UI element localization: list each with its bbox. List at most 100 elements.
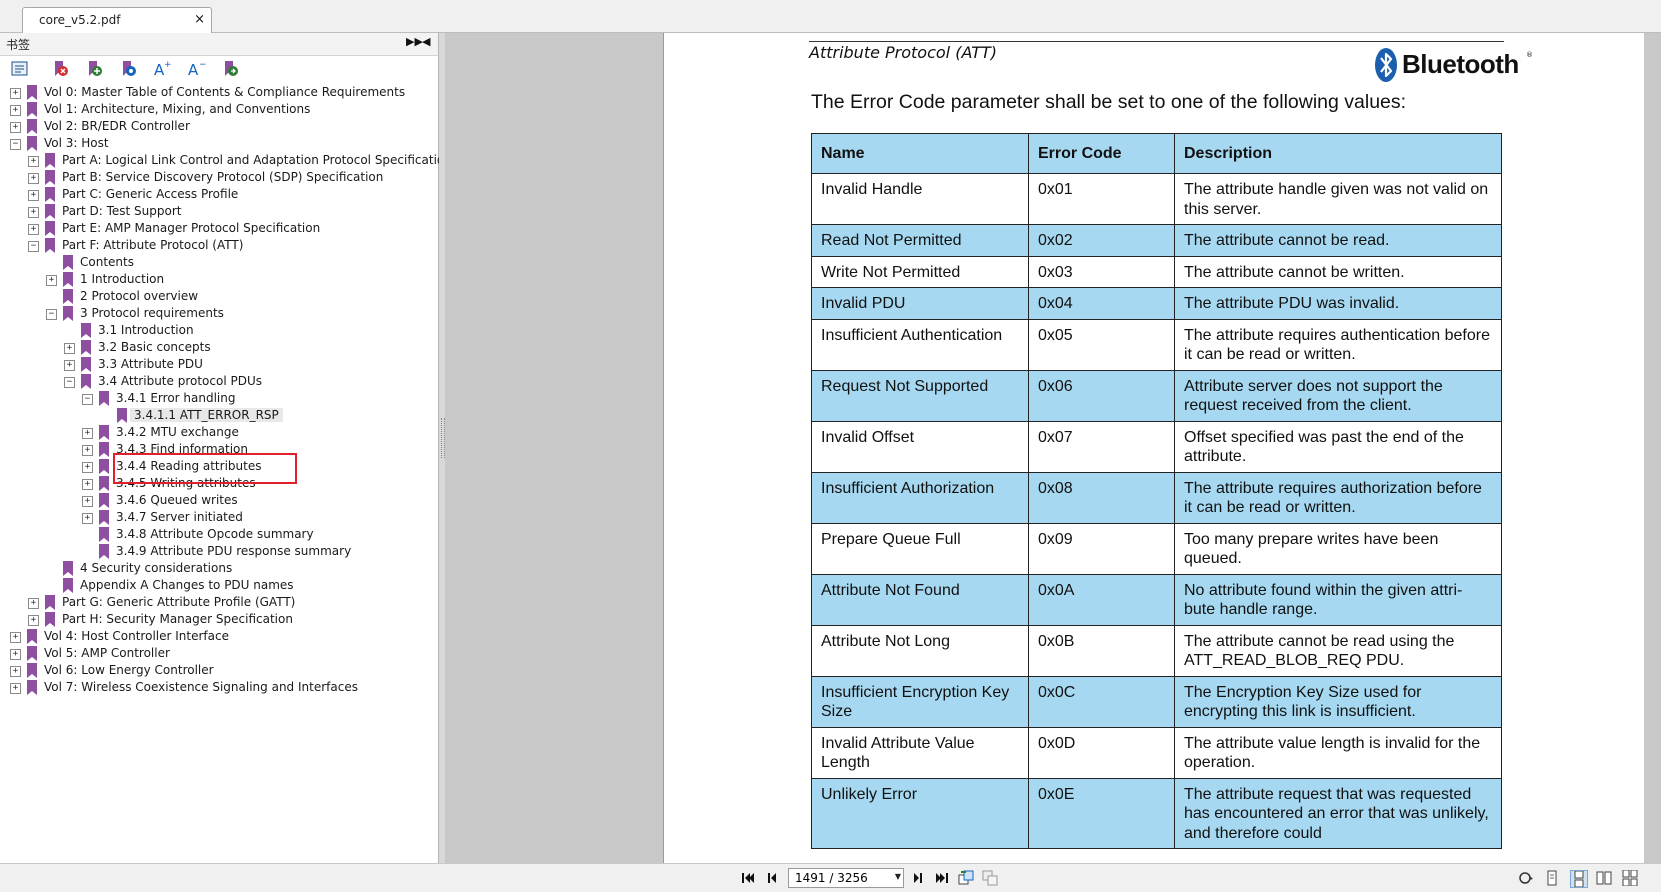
rotate-view-button[interactable] (1518, 870, 1534, 886)
bookmark-item[interactable]: + Vol 7: Wireless Coexistence Signaling a… (0, 679, 430, 697)
bookmark-item[interactable]: + Part H: Security Manager Specification (0, 611, 430, 629)
close-tab-icon[interactable]: × (194, 12, 205, 27)
new-bookmark-button[interactable] (84, 59, 106, 79)
bookmark-item[interactable]: + Vol 4: Host Controller Interface (0, 628, 430, 646)
bookmark-item[interactable]: + Part D: Test Support (0, 203, 430, 221)
expand-toggle-icon[interactable]: + (28, 190, 39, 201)
bookmark-item[interactable]: + Part B: Service Discovery Protocol (SDP… (0, 169, 430, 187)
next-view-button[interactable] (982, 870, 998, 886)
expand-toggle-icon[interactable]: + (10, 122, 21, 133)
document-tab[interactable]: core_v5.2.pdf × (22, 7, 212, 33)
expand-toggle-icon[interactable]: + (82, 479, 93, 490)
last-page-button[interactable] (934, 870, 950, 886)
continuous-page-button[interactable] (1570, 870, 1588, 888)
expand-toggle-icon[interactable]: + (64, 343, 75, 354)
bookmark-item[interactable]: +3.4.4 Reading attributes (0, 458, 430, 476)
bookmark-item[interactable]: + Vol 6: Low Energy Controller (0, 662, 430, 680)
bookmark-item[interactable]: +3.4.5 Writing attributes (0, 475, 430, 493)
bookmark-options-button[interactable] (10, 59, 32, 79)
bookmark-item[interactable]: 3.4.9 Attribute PDU response summary (0, 543, 430, 561)
expand-toggle-icon[interactable]: + (10, 683, 21, 694)
document-viewport[interactable]: Attribute Protocol (ATT) Bluetooth ® The… (445, 33, 1661, 863)
bookmark-item[interactable]: +1 Introduction (0, 271, 430, 289)
expand-toggle-icon[interactable]: + (28, 224, 39, 235)
decrease-font-button[interactable]: A − (186, 59, 208, 79)
bookmark-item[interactable]: Appendix A Changes to PDU names (0, 577, 430, 595)
increase-font-button[interactable]: A + (152, 59, 174, 79)
bookmark-item[interactable]: + Part C: Generic Access Profile (0, 186, 430, 204)
error-code-cell: 0x08 (1028, 471, 1175, 524)
bookmark-label: Vol 5: AMP Controller (44, 646, 170, 660)
bookmark-item[interactable]: + Vol 2: BR/EDR Controller (0, 118, 430, 136)
bookmark-ribbon-icon (45, 187, 55, 202)
page-number-input[interactable] (791, 870, 891, 885)
bookmark-item[interactable]: − 3 Protocol requirements (0, 305, 430, 323)
bookmark-item[interactable]: 4 Security considerations (0, 560, 430, 578)
expand-toggle-icon[interactable]: + (10, 649, 21, 660)
first-page-icon (742, 873, 754, 883)
expand-toggle-icon[interactable]: + (46, 275, 57, 286)
bookmark-item[interactable]: 3.4.8 Attribute Opcode summary (0, 526, 430, 544)
expand-toggle-icon[interactable]: + (10, 88, 21, 99)
bookmark-item[interactable]: + Part A: Logical Link Control and Adapta… (0, 152, 452, 170)
collapse-toggle-icon[interactable]: − (10, 139, 21, 150)
single-page-button[interactable] (1544, 870, 1560, 886)
bookmark-ribbon-icon (63, 289, 73, 304)
page-number-box[interactable]: ▼ (788, 868, 904, 888)
expand-toggle-icon[interactable]: + (10, 632, 21, 643)
expand-toggle-icon[interactable]: + (28, 598, 39, 609)
bookmark-properties-button[interactable] (118, 59, 140, 79)
page-dropdown-icon[interactable]: ▼ (895, 872, 901, 881)
bookmark-item[interactable]: Contents (0, 254, 430, 272)
collapse-toggle-icon[interactable]: − (28, 241, 39, 252)
previous-page-icon (768, 873, 776, 883)
expand-toggle-icon[interactable]: + (28, 173, 39, 184)
bookmark-item[interactable]: 2 Protocol overview (0, 288, 430, 306)
expand-panel-icon[interactable]: ▶▶ (406, 35, 423, 48)
facing-pages-button[interactable] (1596, 870, 1612, 886)
collapse-panel-icon[interactable]: ◀ (422, 35, 430, 48)
delete-bookmark-button[interactable] (50, 59, 72, 79)
expand-toggle-icon[interactable]: + (82, 496, 93, 507)
expand-toggle-icon[interactable]: + (10, 666, 21, 677)
bookmark-item[interactable]: +3.3 Attribute PDU (0, 356, 430, 374)
bookmark-label: 3.3 Attribute PDU (98, 357, 203, 371)
bookmark-item[interactable]: +3.4.6 Queued writes (0, 492, 430, 510)
expand-toggle-icon[interactable]: + (82, 428, 93, 439)
bookmark-label: 3.4.7 Server initiated (116, 510, 243, 524)
expand-toggle-icon[interactable]: + (82, 513, 93, 524)
bookmark-item[interactable]: +3.2 Basic concepts (0, 339, 430, 357)
bookmark-item[interactable]: +3.4.7 Server initiated (0, 509, 430, 527)
expand-toggle-icon[interactable]: + (82, 462, 93, 473)
bookmark-ribbon-icon (63, 561, 73, 576)
expand-toggle-icon[interactable]: + (10, 105, 21, 116)
bookmark-item[interactable]: + Part G: Generic Attribute Profile (GATT… (0, 594, 430, 612)
bookmark-item[interactable]: 3.1 Introduction (0, 322, 430, 340)
expand-toggle-icon[interactable]: + (82, 445, 93, 456)
expand-toggle-icon[interactable]: + (28, 615, 39, 626)
bookmark-item[interactable]: − 3.4 Attribute protocol PDUs (0, 373, 430, 391)
bookmark-item[interactable]: +3.4.2 MTU exchange (0, 424, 430, 442)
bookmark-item[interactable]: 3.4.1.1 ATT_ERROR_RSP (0, 407, 430, 425)
bookmark-item[interactable]: +3.4.3 Find information (0, 441, 430, 459)
single-page-icon (1547, 870, 1557, 886)
collapse-toggle-icon[interactable]: − (82, 394, 93, 405)
bookmark-item[interactable]: + Part E: AMP Manager Protocol Specificat… (0, 220, 430, 238)
next-page-button[interactable] (910, 870, 926, 886)
first-page-button[interactable] (740, 870, 756, 886)
expand-toggle-icon[interactable]: + (28, 207, 39, 218)
bookmark-item[interactable]: − Part F: Attribute Protocol (ATT) (0, 237, 430, 255)
previous-page-button[interactable] (764, 870, 780, 886)
collapse-toggle-icon[interactable]: − (64, 377, 75, 388)
bookmark-item[interactable]: + Vol 5: AMP Controller (0, 645, 430, 663)
expand-toggle-icon[interactable]: + (64, 360, 75, 371)
continuous-facing-button[interactable] (1622, 869, 1638, 887)
bookmark-item[interactable]: − Vol 3: Host (0, 135, 430, 153)
bookmark-item[interactable]: + Vol 0: Master Table of Contents & Compl… (0, 84, 430, 102)
previous-view-button[interactable] (958, 870, 974, 886)
bookmark-item[interactable]: + Vol 1: Architecture, Mixing, and Conven… (0, 101, 430, 119)
collapse-toggle-icon[interactable]: − (46, 309, 57, 320)
expand-toggle-icon[interactable]: + (28, 156, 39, 167)
bookmark-item[interactable]: − 3.4.1 Error handling (0, 390, 430, 408)
go-to-bookmark-button[interactable] (220, 59, 242, 79)
